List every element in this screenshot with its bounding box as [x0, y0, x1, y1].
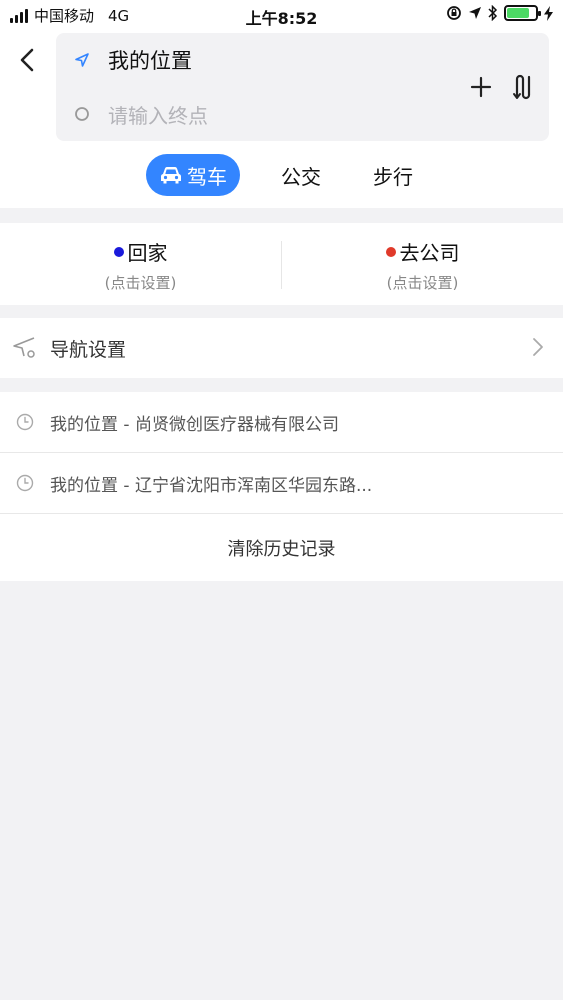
- plus-icon: [470, 76, 492, 98]
- go-work-button[interactable]: 去公司 (点击设置): [282, 223, 563, 305]
- chevron-right-icon: [533, 338, 543, 356]
- work-dot-icon: [385, 246, 396, 257]
- start-point-text: 我的位置: [108, 49, 192, 73]
- route-planner-screen: 中国移动 4G 上午8:52 我的位置 请输入终点 驾车 公交 步行 回家 (点…: [0, 0, 563, 1000]
- route-history-list: 我的位置 - 尚贤微创医疗器械有限公司 我的位置 - 辽宁省沈阳市浑南区华园东路…: [0, 392, 563, 581]
- travel-mode-tabs: 驾车 公交 步行: [0, 154, 563, 196]
- go-home-label: 回家: [127, 241, 168, 265]
- back-button[interactable]: [12, 44, 44, 76]
- route-header: 我的位置 请输入终点 驾车 公交 步行: [0, 30, 563, 208]
- clear-history-button[interactable]: 清除历史记录: [0, 514, 563, 581]
- destination-input[interactable]: 请输入终点: [108, 100, 208, 129]
- go-work-label: 去公司: [399, 241, 460, 265]
- destination-row[interactable]: 请输入终点: [56, 87, 456, 141]
- go-home-title: 回家: [0, 237, 281, 266]
- charging-icon: [544, 5, 553, 21]
- status-right: [446, 5, 553, 21]
- swap-route-button[interactable]: [509, 71, 535, 103]
- home-dot-icon: [113, 246, 124, 257]
- navigation-settings-icon: [0, 336, 50, 360]
- battery-icon: [504, 5, 541, 21]
- navigation-settings-label: 导航设置: [50, 338, 127, 361]
- location-arrow-icon: [469, 7, 481, 19]
- bluetooth-icon: [488, 5, 498, 21]
- history-item[interactable]: 我的位置 - 辽宁省沈阳市浑南区华园东路...: [0, 453, 563, 514]
- history-item-text: 我的位置 - 尚贤微创医疗器械有限公司: [50, 414, 339, 435]
- tab-drive[interactable]: 驾车: [146, 154, 240, 196]
- history-item-text: 我的位置 - 辽宁省沈阳市浑南区华园东路...: [50, 475, 373, 496]
- clock-icon: [0, 474, 50, 492]
- add-waypoint-button[interactable]: [467, 73, 495, 101]
- navigation-arrow-icon: [56, 52, 108, 68]
- go-work-hint: (点击设置): [386, 274, 459, 292]
- navigation-settings-row[interactable]: 导航设置: [0, 318, 563, 378]
- start-point-row[interactable]: 我的位置: [56, 33, 456, 87]
- quick-destinations: 回家 (点击设置) 去公司 (点击设置): [0, 223, 563, 305]
- history-item[interactable]: 我的位置 - 尚贤微创医疗器械有限公司: [0, 392, 563, 453]
- tab-bus[interactable]: 公交: [270, 154, 332, 196]
- swap-icon: [513, 74, 531, 100]
- go-home-hint: (点击设置): [104, 274, 177, 292]
- go-home-button[interactable]: 回家 (点击设置): [0, 223, 281, 305]
- rotation-lock-icon: [447, 6, 461, 20]
- tab-walk[interactable]: 步行: [362, 154, 424, 196]
- go-work-title: 去公司: [282, 237, 563, 266]
- back-chevron-icon: [20, 48, 34, 72]
- status-bar: 中国移动 4G 上午8:52: [0, 0, 563, 30]
- route-input-box: 我的位置 请输入终点: [56, 33, 549, 141]
- clock-icon: [0, 413, 50, 431]
- car-icon: [161, 167, 181, 184]
- destination-circle-icon: [56, 106, 108, 122]
- tab-drive-label: 驾车: [187, 164, 227, 189]
